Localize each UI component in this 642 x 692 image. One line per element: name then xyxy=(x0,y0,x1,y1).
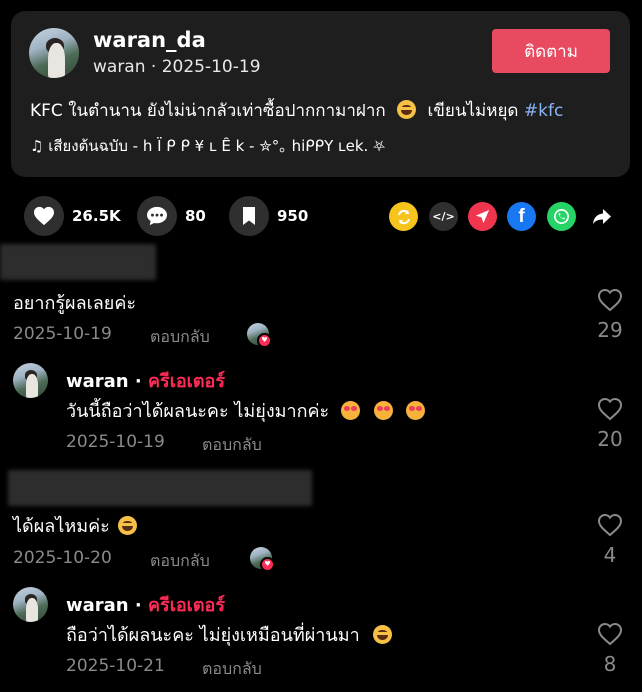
comment-count: 80 xyxy=(185,207,206,225)
commenter-name-redacted xyxy=(8,470,312,506)
comment-text: ได้ผลไหมค่ะ xyxy=(13,511,137,540)
heart-outline-icon[interactable] xyxy=(597,397,623,421)
creator-avatar[interactable] xyxy=(13,587,48,622)
heart-outline-icon[interactable] xyxy=(597,513,623,537)
author-handle-date: waran · 2025-10-19 xyxy=(93,57,261,77)
author-avatar[interactable] xyxy=(29,28,79,78)
share-arrow-icon[interactable] xyxy=(587,202,616,231)
comment-text-content: ได้ผลไหมค่ะ xyxy=(13,516,110,537)
comment-bubble-icon[interactable] xyxy=(137,196,177,236)
smiling-hearts-emoji-icon xyxy=(340,401,360,420)
caption-tail: เขียนไม่หยุด xyxy=(427,101,519,121)
comment-date: 2025-10-20 xyxy=(13,548,112,568)
reply-button[interactable]: ตอบกลับ xyxy=(202,657,262,682)
name-separator: · xyxy=(128,371,148,392)
reply-button[interactable]: ตอบกลับ xyxy=(202,433,262,458)
reply-date: 2025-10-21 xyxy=(66,656,165,676)
name-separator: · xyxy=(128,595,148,616)
follow-button[interactable]: ติดตาม xyxy=(492,29,610,73)
reply-text: ถือว่าได้ผลนะคะ ไม่ยุ่งเหมือนที่ผ่านมา xyxy=(66,620,393,649)
creator-liked-avatar: ♥ xyxy=(250,547,275,572)
commenter-name-redacted xyxy=(0,244,156,280)
creator-name-line: waran · ครีเอเตอร์ xyxy=(66,590,225,619)
grin-sweat-emoji-icon xyxy=(397,100,417,119)
whatsapp-icon[interactable] xyxy=(547,202,576,231)
reply-button[interactable]: ตอบกลับ xyxy=(150,549,210,574)
creator-badge: ครีเอเตอร์ xyxy=(148,371,225,392)
heart-icon[interactable] xyxy=(24,196,64,236)
reply-like[interactable]: 20 xyxy=(590,397,630,451)
comment-like[interactable]: 4 xyxy=(590,513,630,567)
reply-text-content: วันนี้ถือว่าได้ผลนะคะ ไม่ยุ่งมากค่ะ xyxy=(66,401,330,422)
comment-text: อยากรู้ผลเลยค่ะ xyxy=(13,293,137,314)
caption-text: KFC ในตำนาน ยังไม่น่ากลัวเท่าซื้อปากกามา… xyxy=(30,101,386,121)
reply-text: วันนี้ถือว่าได้ผลนะคะ ไม่ยุ่งมากค่ะ xyxy=(66,396,426,425)
grin-sweat-emoji-icon xyxy=(373,625,393,644)
repost-icon[interactable] xyxy=(389,202,418,231)
like-action[interactable]: 26.5K xyxy=(24,196,121,236)
creator-name[interactable]: waran xyxy=(66,371,129,392)
heart-outline-icon[interactable] xyxy=(597,288,623,312)
save-count: 950 xyxy=(277,207,309,225)
creator-liked-avatar: ♥ xyxy=(247,323,272,348)
smiling-hearts-emoji-icon xyxy=(406,401,426,420)
heart-outline-icon[interactable] xyxy=(597,622,623,646)
creator-name-line: waran · ครีเอเตอร์ xyxy=(66,366,225,395)
reply-date: 2025-10-19 xyxy=(66,432,165,452)
reply-like-count: 20 xyxy=(597,427,623,451)
post-caption: KFC ในตำนาน ยังไม่น่ากลัวเท่าซื้อปากกามา… xyxy=(30,97,563,124)
creator-badge: ครีเอเตอร์ xyxy=(148,595,225,616)
comment-like-count: 29 xyxy=(597,318,623,342)
creator-heart-badge-icon: ♥ xyxy=(260,557,275,572)
send-icon[interactable] xyxy=(468,202,497,231)
hashtag-link[interactable]: #kfc xyxy=(524,101,563,121)
facebook-icon[interactable]: f xyxy=(507,202,536,231)
save-action[interactable]: 950 xyxy=(229,196,308,236)
comment-action[interactable]: 80 xyxy=(137,196,206,236)
comment-date: 2025-10-19 xyxy=(13,324,112,344)
reply-like-count: 8 xyxy=(603,652,617,676)
creator-heart-badge-icon: ♥ xyxy=(257,333,272,348)
creator-name[interactable]: waran xyxy=(66,595,129,616)
like-count: 26.5K xyxy=(72,207,121,225)
reply-text-content: ถือว่าได้ผลนะคะ ไม่ยุ่งเหมือนที่ผ่านมา xyxy=(66,625,360,646)
music-label[interactable]: ♫ เสียงต้นฉบับ - h Ï ᑭ ᑭ ¥ ʟ Ȇ k - ✮°｡ h… xyxy=(30,134,385,158)
comment-like[interactable]: 29 xyxy=(590,288,630,342)
creator-avatar[interactable] xyxy=(13,363,48,398)
laughing-emoji-icon xyxy=(117,516,137,535)
author-username[interactable]: waran_da xyxy=(93,28,206,52)
reply-button[interactable]: ตอบกลับ xyxy=(150,325,210,350)
bookmark-icon[interactable] xyxy=(229,196,269,236)
comment-like-count: 4 xyxy=(603,543,617,567)
reply-like[interactable]: 8 xyxy=(590,622,630,676)
smiling-hearts-emoji-icon xyxy=(373,401,393,420)
embed-icon[interactable]: </> xyxy=(429,202,458,231)
